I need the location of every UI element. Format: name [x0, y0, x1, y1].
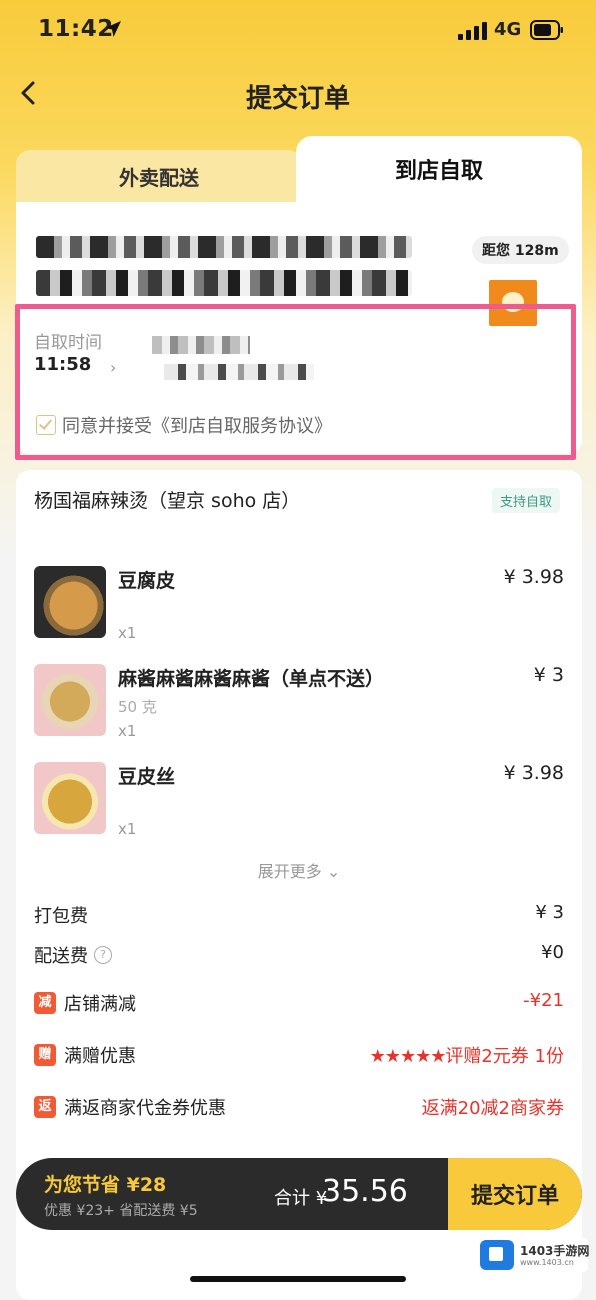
reduce-value: -¥21	[523, 990, 564, 1011]
delivery-fee-label: 配送费 ?	[34, 942, 112, 968]
item-quantity: x1	[118, 722, 137, 740]
signal-icon	[458, 22, 487, 40]
pickup-time-value: 11:58	[34, 354, 92, 375]
savings-title: 为您节省 ¥28	[44, 1174, 167, 1196]
checkout-bar: 为您节省 ¥28 优惠 ¥23+ 省配送费 ¥5 合计 ¥ 35.56 提交订单	[16, 1158, 582, 1230]
network-type: 4G	[494, 19, 522, 40]
item-spec: 50 克	[118, 698, 157, 716]
site-watermark: 1403手游网 www.1403.cn	[480, 1238, 590, 1272]
distance-badge: 距您 128m	[472, 236, 569, 264]
packing-fee-value: ¥ 3	[535, 902, 564, 923]
agreement-text[interactable]: 同意并接受《到店自取服务协议》	[62, 412, 332, 438]
watermark-name: 1403手游网	[520, 1244, 590, 1258]
return-label: 返 满返商家代金券优惠	[34, 1094, 226, 1120]
return-text: 满返商家代金券优惠	[64, 1098, 226, 1119]
page-title: 提交订单	[245, 84, 350, 114]
total-label: 合计 ¥	[274, 1188, 328, 1209]
blurred-phone-label	[152, 336, 250, 354]
shop-name: 杨国福麻辣烫（望京 soho 店）	[34, 490, 301, 512]
item-quantity: x1	[118, 820, 137, 838]
star-rating-icon: ★★★★★	[369, 1046, 447, 1067]
packing-fee-label: 打包费	[34, 906, 88, 927]
savings-detail: 优惠 ¥23+ 省配送费 ¥5	[44, 1203, 198, 1219]
item-name: 豆皮丝	[118, 766, 176, 788]
blurred-address-line-1	[36, 236, 412, 258]
fee-row-reduce: 减 店铺满减 -¥21	[34, 990, 564, 1018]
nav-bar: 提交订单	[0, 68, 596, 122]
tab-pickup[interactable]: 到店自取	[296, 136, 582, 202]
pickup-card: 距您 128m 自取时间 11:58 › 同意并接受《到店自取服务协议》	[16, 202, 582, 454]
watermark-logo-icon	[480, 1240, 514, 1270]
item-price: ¥ 3.98	[503, 566, 564, 588]
status-bar: 11:42 4G	[0, 0, 596, 62]
chevron-right-icon: ›	[110, 358, 117, 377]
watermark-url: www.1403.cn	[520, 1258, 574, 1267]
gift-value: ★★★★★评赠2元券 1份	[370, 1042, 564, 1068]
help-icon[interactable]: ?	[94, 946, 112, 964]
total-value: 35.56	[322, 1174, 408, 1209]
gift-label: 赠 满赠优惠	[34, 1042, 136, 1068]
blurred-address-line-2	[36, 270, 412, 296]
tab-delivery[interactable]: 外卖配送	[16, 150, 302, 202]
fee-row-packing: 打包费 ¥ 3	[34, 902, 564, 930]
home-indicator[interactable]	[190, 1276, 406, 1282]
reduce-text: 店铺满减	[64, 994, 136, 1015]
fee-row-return: 返 满返商家代金券优惠 返满20减2商家券	[34, 1094, 564, 1122]
delivery-mode-tabs: 外卖配送 到店自取	[16, 136, 582, 202]
list-item: 豆腐皮 x1 ¥ 3.98	[34, 566, 564, 646]
fee-row-delivery: 配送费 ? ¥0	[34, 942, 564, 970]
delivery-fee-text: 配送费	[34, 946, 88, 967]
pickup-support-tag: 支持自取	[492, 488, 561, 513]
return-icon: 返	[34, 1096, 56, 1118]
submit-order-button[interactable]: 提交订单	[448, 1158, 582, 1230]
return-value: 返满20减2商家券	[421, 1098, 564, 1119]
gift-value-text: 评赠2元券 1份	[445, 1046, 564, 1067]
delivery-fee-value: ¥0	[541, 942, 564, 963]
battery-icon	[530, 20, 563, 40]
status-time: 11:42	[38, 16, 114, 42]
item-price: ¥ 3.98	[503, 762, 564, 784]
agreement-row[interactable]: 同意并接受《到店自取服务协议》	[36, 412, 332, 438]
pickup-time-label: 自取时间	[34, 333, 102, 353]
location-arrow-icon	[105, 21, 121, 37]
store-map-icon[interactable]	[489, 280, 537, 326]
item-name: 豆腐皮	[118, 570, 176, 592]
expand-more-button[interactable]: 展开更多 ⌄	[16, 858, 582, 882]
item-name: 麻酱麻酱麻酱麻酱（单点不送）	[118, 668, 385, 690]
blurred-phone-value	[164, 364, 314, 380]
list-item: 豆皮丝 x1 ¥ 3.98	[34, 762, 564, 842]
agreement-checkbox[interactable]	[36, 415, 56, 435]
item-thumbnail	[34, 664, 106, 736]
reduce-icon: 减	[34, 992, 56, 1014]
list-item: 麻酱麻酱麻酱麻酱（单点不送） 50 克 x1 ¥ 3	[34, 664, 564, 744]
gift-text: 满赠优惠	[64, 1046, 136, 1067]
item-quantity: x1	[118, 624, 137, 642]
fee-row-gift: 赠 满赠优惠 ★★★★★评赠2元券 1份	[34, 1042, 564, 1070]
gift-icon: 赠	[34, 1044, 56, 1066]
item-thumbnail	[34, 762, 106, 834]
item-price: ¥ 3	[533, 664, 564, 686]
reduce-label: 减 店铺满减	[34, 990, 136, 1016]
item-thumbnail	[34, 566, 106, 638]
